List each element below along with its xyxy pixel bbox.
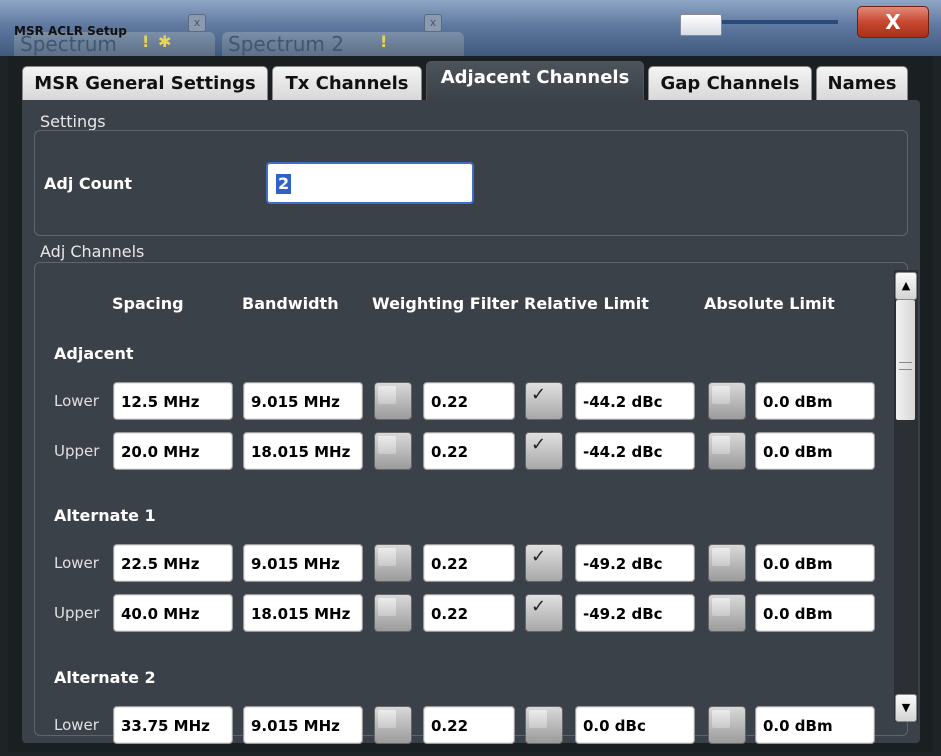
row-label: Upper: [54, 442, 100, 460]
checkbox-face: [712, 386, 730, 404]
checkbox-face: [712, 598, 730, 616]
relative-limit-checkbox[interactable]: ✓: [525, 544, 563, 582]
dialog-title: MSR ACLR Setup: [14, 24, 127, 38]
bg-tab-spectrum-2-label: Spectrum 2: [228, 32, 344, 56]
checkmark-icon: ✓: [531, 596, 547, 617]
checkbox-face: [378, 598, 396, 616]
adj-count-label: Adj Count: [44, 174, 133, 193]
checkbox-face: [712, 710, 730, 728]
column-header-bandwidth: Bandwidth: [242, 294, 339, 313]
bandwidth-input[interactable]: 9.015 MHz: [243, 382, 363, 420]
transparency-slider[interactable]: [680, 14, 840, 36]
absolute-limit-checkbox[interactable]: [708, 706, 746, 744]
slider-track: [720, 20, 838, 24]
checkbox-face: [529, 710, 547, 728]
tab-gap-channels[interactable]: Gap Channels: [648, 66, 812, 100]
bg-tab-2-close-icon[interactable]: x: [424, 14, 442, 32]
absolute-limit-input[interactable]: 0.0 dBm: [755, 544, 875, 582]
absolute-limit-input[interactable]: 0.0 dBm: [755, 594, 875, 632]
close-button[interactable]: X: [857, 6, 929, 38]
column-header-absolute-limit: Absolute Limit: [704, 294, 835, 313]
absolute-limit-checkbox[interactable]: [708, 382, 746, 420]
checkbox-face: [378, 386, 396, 404]
relative-limit-input[interactable]: -49.2 dBc: [575, 544, 695, 582]
tab-adjacent-channels[interactable]: Adjacent Channels: [426, 61, 644, 101]
scroll-thumb[interactable]: [896, 300, 915, 420]
adj-channels-section-label: Adj Channels: [40, 242, 145, 261]
spacing-input[interactable]: 33.75 MHz: [113, 706, 233, 744]
absolute-limit-input[interactable]: 0.0 dBm: [755, 432, 875, 470]
adj-count-input[interactable]: 2: [266, 162, 474, 204]
warning-icon: !: [142, 32, 150, 51]
scroll-down-button[interactable]: ▼: [895, 694, 917, 722]
checkbox-face: [378, 710, 396, 728]
checkmark-icon: ✓: [531, 434, 547, 455]
warning-icon-2: !: [380, 32, 388, 51]
relative-limit-checkbox[interactable]: [525, 706, 563, 744]
checkmark-icon: ✓: [531, 384, 547, 405]
checkbox-face: [378, 436, 396, 454]
column-header-relative-limit: Relative Limit: [524, 294, 649, 313]
absolute-limit-checkbox[interactable]: [708, 432, 746, 470]
checkbox-face: [712, 436, 730, 454]
tab-msr-general-settings[interactable]: MSR General Settings: [22, 66, 268, 100]
checkbox-face: [378, 548, 396, 566]
adj-channels-groupbox: [34, 262, 908, 736]
adj-count-value: 2: [276, 174, 292, 194]
adj-channels-scrollbar[interactable]: ▲ ▼: [894, 270, 918, 722]
group-label-alternate-2: Alternate 2: [54, 668, 156, 687]
row-label: Lower: [54, 554, 99, 572]
relative-limit-input[interactable]: -44.2 dBc: [575, 382, 695, 420]
weighting-filter-checkbox[interactable]: [374, 432, 412, 470]
relative-limit-input[interactable]: -49.2 dBc: [575, 594, 695, 632]
absolute-limit-input[interactable]: 0.0 dBm: [755, 706, 875, 744]
bandwidth-input[interactable]: 18.015 MHz: [243, 594, 363, 632]
weighting-filter-input[interactable]: 0.22: [423, 706, 515, 744]
slider-thumb[interactable]: [680, 14, 722, 36]
relative-limit-checkbox[interactable]: ✓: [525, 594, 563, 632]
absolute-limit-checkbox[interactable]: [708, 544, 746, 582]
weighting-filter-input[interactable]: 0.22: [423, 382, 515, 420]
bg-tab-close-icon[interactable]: x: [188, 14, 206, 32]
bandwidth-input[interactable]: 9.015 MHz: [243, 544, 363, 582]
weighting-filter-checkbox[interactable]: [374, 706, 412, 744]
bg-tab-spectrum-2[interactable]: Spectrum 2: [222, 32, 464, 58]
tab-tx-channels[interactable]: Tx Channels: [272, 66, 422, 100]
weighting-filter-checkbox[interactable]: [374, 544, 412, 582]
star-icon: ✱: [158, 32, 172, 51]
column-header-spacing: Spacing: [112, 294, 184, 313]
group-label-alternate-1: Alternate 1: [54, 506, 156, 525]
row-label: Lower: [54, 716, 99, 734]
spacing-input[interactable]: 22.5 MHz: [113, 544, 233, 582]
bandwidth-input[interactable]: 18.015 MHz: [243, 432, 363, 470]
weighting-filter-input[interactable]: 0.22: [423, 544, 515, 582]
absolute-limit-input[interactable]: 0.0 dBm: [755, 382, 875, 420]
weighting-filter-input[interactable]: 0.22: [423, 594, 515, 632]
relative-limit-checkbox[interactable]: ✓: [525, 382, 563, 420]
absolute-limit-checkbox[interactable]: [708, 594, 746, 632]
group-label-adjacent: Adjacent: [54, 344, 134, 363]
relative-limit-checkbox[interactable]: ✓: [525, 432, 563, 470]
column-header-weighting-filter: Weighting Filter: [372, 294, 519, 313]
weighting-filter-input[interactable]: 0.22: [423, 432, 515, 470]
scroll-up-button[interactable]: ▲: [895, 272, 917, 300]
spacing-input[interactable]: 12.5 MHz: [113, 382, 233, 420]
settings-section-label: Settings: [40, 112, 106, 131]
bandwidth-input[interactable]: 9.015 MHz: [243, 706, 363, 744]
spacing-input[interactable]: 40.0 MHz: [113, 594, 233, 632]
scroll-grip-icon: [899, 362, 912, 370]
spacing-input[interactable]: 20.0 MHz: [113, 432, 233, 470]
checkmark-icon: ✓: [531, 546, 547, 567]
title-bar: Spectrum Spectrum 2 ! ✱ x ! x MSR ACLR S…: [0, 0, 941, 58]
tab-names[interactable]: Names: [816, 66, 908, 100]
weighting-filter-checkbox[interactable]: [374, 594, 412, 632]
relative-limit-input[interactable]: -44.2 dBc: [575, 432, 695, 470]
relative-limit-input[interactable]: 0.0 dBc: [575, 706, 695, 744]
row-label: Upper: [54, 604, 100, 622]
checkbox-face: [712, 548, 730, 566]
weighting-filter-checkbox[interactable]: [374, 382, 412, 420]
row-label: Lower: [54, 392, 99, 410]
